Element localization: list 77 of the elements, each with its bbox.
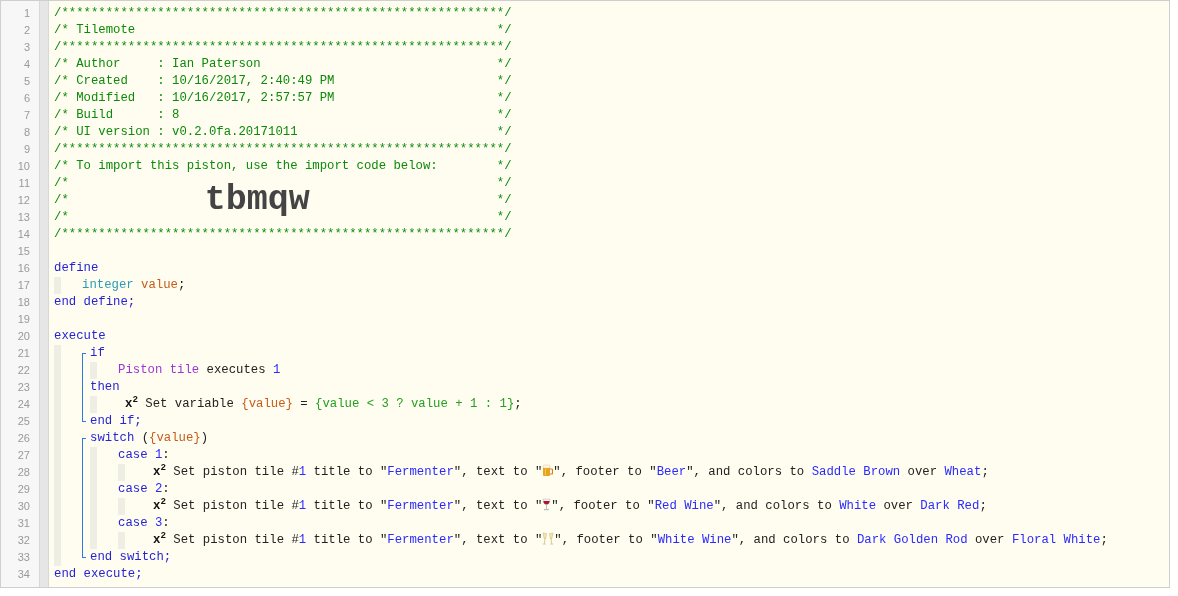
line-number: 25	[16, 414, 30, 429]
code-text: case 2:	[118, 481, 170, 498]
code-text: x$^{2}$ Set piston tile #1 title to "Fermenter", text to "	[152, 464, 543, 481]
code-text: */	[496, 175, 512, 192]
line-number: 28	[16, 465, 30, 480]
line-number: 27	[16, 448, 30, 463]
code-text: x$^{2}$ Set piston tile #1 title to "Fermenter", text to "	[152, 532, 543, 549]
code-text: define	[54, 260, 99, 277]
code-text: /*	[54, 175, 69, 192]
line-number: 10	[16, 159, 30, 174]
code-text: /* Modified : 10/16/2017, 2:57:57 PM */	[54, 90, 512, 107]
line-number: 11	[17, 176, 30, 191]
block-bracket	[82, 353, 86, 422]
code-text: case 1:	[118, 447, 170, 464]
champagne-glasses-icon	[542, 532, 555, 545]
line-number: 12	[16, 193, 30, 208]
line-number: 15	[16, 244, 30, 259]
code-text: execute	[54, 328, 106, 345]
line-number: 23	[16, 380, 30, 395]
line-number: 5	[22, 74, 30, 89]
line-number: 19	[16, 312, 30, 327]
code-text: ", footer to "Red Wine", and colors to White over Dark Red;	[551, 498, 987, 515]
code-text: switch ({value})	[90, 430, 209, 447]
code-text: /*	[54, 192, 69, 209]
line-number: 2	[22, 23, 30, 38]
code-text: /* Author : Ian Paterson */	[54, 56, 512, 73]
code-text: /************************************************************/	[54, 5, 512, 22]
line-number: 18	[16, 295, 30, 310]
code-text: then	[90, 379, 120, 396]
line-number: 7	[22, 108, 30, 123]
code-text: end if;	[90, 413, 142, 430]
line-number: 21	[16, 346, 30, 361]
code-text: case 3:	[118, 515, 170, 532]
line-number: 29	[16, 482, 30, 497]
code-text: */	[496, 192, 512, 209]
line-number: 22	[16, 363, 30, 378]
beer-mug-icon	[542, 464, 554, 477]
line-number: 6	[22, 91, 30, 106]
code-text: /*	[54, 209, 69, 226]
code-text: /* UI version : v0.2.0fa.20171011 */	[54, 124, 512, 141]
line-number: 30	[16, 499, 30, 514]
code-text: /************************************************************/	[54, 39, 512, 56]
code-text: /* Build : 8 */	[54, 107, 512, 124]
import-code: tbmqw	[204, 182, 310, 219]
line-number: 33	[16, 550, 30, 565]
code-text: /************************************************************/	[54, 141, 512, 158]
code-text: /* To import this piston, use the import code below: */	[54, 158, 512, 175]
line-number: 17	[16, 278, 30, 293]
line-number: 24	[16, 397, 30, 412]
line-number: 31	[16, 516, 30, 531]
code-text: end execute;	[54, 566, 143, 583]
code-text: ", footer to "Beer", and colors to Saddle Brown over Wheat;	[553, 464, 989, 481]
line-number: 14	[16, 227, 30, 242]
line-number: 9	[22, 142, 30, 157]
line-number: 26	[16, 431, 30, 446]
line-number: 20	[16, 329, 30, 344]
code-text: ", footer to "White Wine", and colors to Dark Golden Rod over Floral White;	[554, 532, 1108, 549]
code-text: x$^{2}$ Set piston tile #1 title to "Fermenter", text to "	[152, 498, 543, 515]
code-text: x$^{2}$ Set variable {value} = {value < 3 ? value + 1 : 1};	[124, 396, 522, 413]
code-text: end define;	[54, 294, 136, 311]
code-text: /************************************************************/	[54, 226, 512, 243]
line-number: 34	[16, 567, 30, 582]
line-number: 4	[22, 57, 30, 72]
code-text: end switch;	[90, 549, 172, 566]
code-text: integer value;	[82, 277, 186, 294]
code-text: */	[496, 209, 512, 226]
line-number: 16	[16, 261, 30, 276]
code-text: Piston tile executes 1	[118, 362, 281, 379]
line-number: 1	[22, 6, 30, 21]
line-number: 13	[16, 210, 30, 225]
line-number: 3	[22, 40, 30, 55]
wine-glass-icon	[542, 498, 552, 511]
code-text: /* Tilemote */	[54, 22, 512, 39]
line-number: 32	[16, 533, 30, 548]
line-number: 8	[22, 125, 30, 140]
code-text: /* Created : 10/16/2017, 2:40:49 PM */	[54, 73, 512, 90]
code-text: if	[90, 345, 105, 362]
